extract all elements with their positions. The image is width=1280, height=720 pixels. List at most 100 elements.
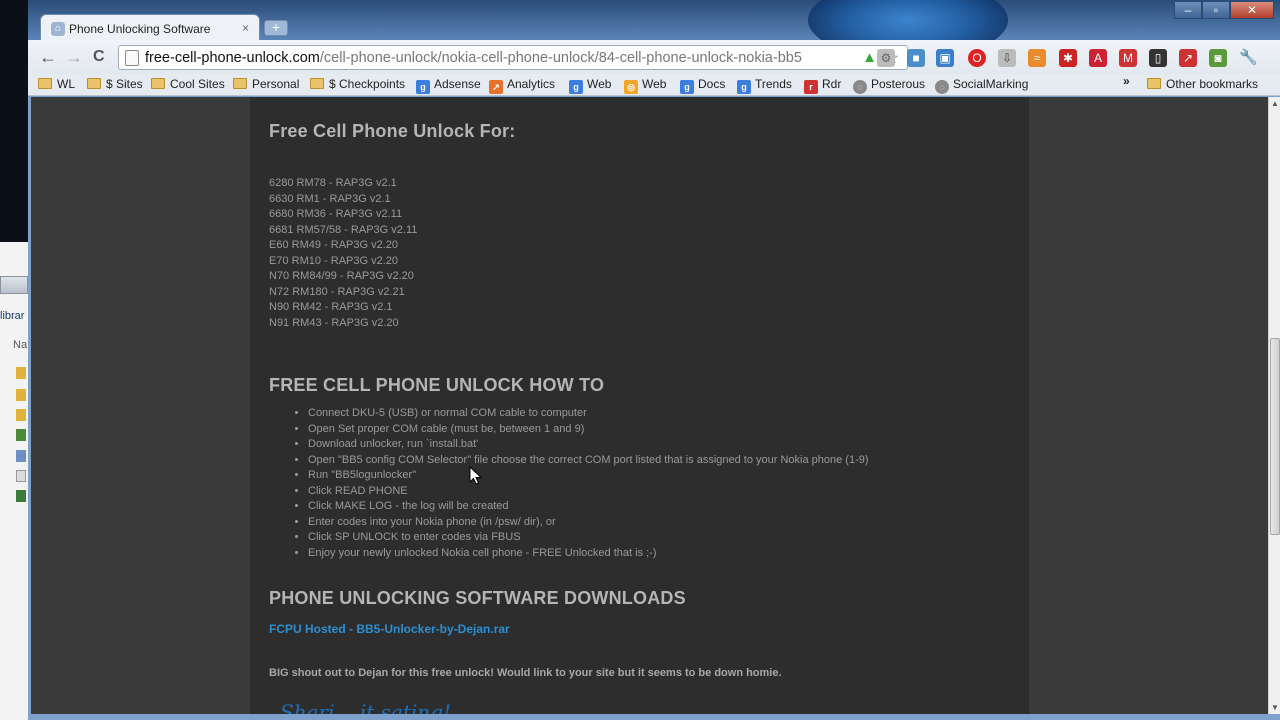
- list-item: Enjoy your newly unlocked Nokia cell pho…: [308, 546, 869, 562]
- bookmark-label: SocialMarking: [953, 77, 1029, 91]
- bookmarks-overflow-chevron-icon[interactable]: »: [1123, 74, 1130, 88]
- extension-icon[interactable]: ✱: [1059, 49, 1077, 67]
- page-rank-arrow-icon[interactable]: ▲: [862, 49, 877, 66]
- shortcut-extension-icon[interactable]: ↗: [1179, 49, 1197, 67]
- extension-icon[interactable]: ◙: [1209, 49, 1227, 67]
- folder-icon: [310, 78, 324, 89]
- web-icon: ◎: [624, 80, 638, 94]
- folder-icon[interactable]: [16, 367, 26, 379]
- scroll-up-arrow-icon[interactable]: ▲: [1271, 99, 1279, 108]
- tab-title: Phone Unlocking Software: [69, 22, 211, 36]
- reload-button[interactable]: C: [93, 48, 105, 66]
- folder-icon: [87, 78, 101, 89]
- forward-button[interactable]: →: [65, 48, 83, 66]
- name-column-label: Na: [13, 339, 28, 351]
- wrench-menu-icon[interactable]: 🔧: [1239, 49, 1258, 67]
- bookmark-label: Other bookmarks: [1166, 77, 1259, 91]
- google-icon: g: [569, 80, 583, 94]
- bookmark-label: Trends: [755, 77, 792, 91]
- list-item: Click SP UNLOCK to enter codes via FBUS: [308, 530, 869, 546]
- file-icon[interactable]: [16, 470, 26, 482]
- bookmark-label: $ Sites: [106, 77, 143, 91]
- bookmark-folder-wl[interactable]: WL: [38, 77, 75, 91]
- download-link[interactable]: FCPU Hosted - BB5-Unlocker-by-Dejan.rar: [269, 622, 510, 636]
- bookmark-label: Cool Sites: [170, 77, 225, 91]
- how-to-steps-list: Connect DKU-5 (USB) or normal COM cable …: [308, 406, 869, 561]
- bookmark-folder-sites[interactable]: $ Sites: [87, 77, 143, 91]
- adblock-extension-icon[interactable]: A: [1089, 49, 1107, 67]
- heading-unlock-for: Free Cell Phone Unlock For:: [269, 121, 516, 141]
- list-item: Open "BB5 config COM Selector" file choo…: [308, 453, 869, 469]
- tab-close-icon[interactable]: ×: [242, 21, 249, 35]
- tab-phone-unlocking-software[interactable]: ⌂ Phone Unlocking Software ×: [40, 14, 260, 42]
- vertical-scrollbar[interactable]: ▲ ▼: [1268, 97, 1280, 714]
- file-icon[interactable]: [16, 450, 26, 462]
- bookmark-adsense[interactable]: g Adsense: [416, 77, 481, 94]
- folder-icon[interactable]: [16, 389, 26, 401]
- bookmark-other-bookmarks[interactable]: Other bookmarks: [1147, 77, 1258, 91]
- page-viewport: Free Cell Phone Unlock For: 6280 RM78 - …: [31, 97, 1268, 714]
- bookmark-label: Adsense: [434, 77, 481, 91]
- bookmark-label: Rdr: [822, 77, 842, 91]
- bookmark-web-2[interactable]: ◎ Web: [624, 77, 666, 94]
- page-icon: [125, 50, 139, 66]
- screen-capture-extension-icon[interactable]: ▣: [936, 49, 954, 67]
- rss-extension-icon[interactable]: ≈: [1028, 49, 1046, 67]
- folder-icon: [38, 78, 52, 89]
- list-item: 6630 RM1 - RAP3G v2.1: [269, 192, 391, 205]
- url-text[interactable]: free-cell-phone-unlock.com/cell-phone-un…: [145, 50, 825, 66]
- list-item: Run "BB5logunlocker": [308, 468, 869, 484]
- bookmark-folder-checkpoints[interactable]: $ Checkpoints: [310, 77, 405, 91]
- list-item: E70 RM10 - RAP3G v2.20: [269, 254, 399, 267]
- file-icon[interactable]: [16, 490, 26, 502]
- desktop-background: librar Na: [0, 0, 30, 720]
- google-icon: g: [737, 80, 751, 94]
- bookmarks-bar: WL $ Sites Cool Sites Personal $ Checkpo…: [28, 74, 1280, 96]
- bookmark-docs[interactable]: g Docs: [680, 77, 725, 94]
- url-path: /cell-phone-unlock/nokia-cell-phone-unlo…: [319, 50, 802, 66]
- bookmark-folder-personal[interactable]: Personal: [233, 77, 299, 91]
- list-item: N90 RM42 - RAP3G v2.1: [269, 301, 393, 313]
- window-bottom-frame: [28, 714, 1280, 720]
- reader-icon: r: [804, 80, 818, 94]
- page-favicon-icon: ⌂: [51, 22, 65, 36]
- download-extension-icon[interactable]: ⇩: [998, 49, 1016, 67]
- bookmark-trends[interactable]: g Trends: [737, 77, 792, 94]
- title-bar: ⌂ Phone Unlocking Software × + – ▫ ✕: [28, 0, 1280, 60]
- address-bar[interactable]: free-cell-phone-unlock.com/cell-phone-un…: [118, 45, 908, 70]
- url-domain: free-cell-phone-unlock.com: [145, 50, 320, 66]
- file-icon[interactable]: [16, 429, 26, 441]
- extension-icon[interactable]: ■: [907, 49, 925, 67]
- list-item: N72 RM180 - RAP3G v2.21: [269, 285, 405, 298]
- bookmark-folder-cool-sites[interactable]: Cool Sites: [151, 77, 225, 91]
- analytics-icon: ↗: [489, 80, 503, 94]
- maximize-button[interactable]: ▫: [1202, 1, 1230, 19]
- back-button[interactable]: ←: [39, 48, 57, 66]
- scrollbar-thumb[interactable]: [1270, 338, 1280, 535]
- gear-extension-icon[interactable]: ⚙: [877, 49, 895, 67]
- list-item: Enter codes into your Nokia phone (in /p…: [308, 515, 869, 531]
- bookmark-label: Personal: [252, 77, 300, 91]
- gmail-extension-icon[interactable]: M: [1119, 49, 1137, 67]
- close-window-button[interactable]: ✕: [1230, 1, 1274, 19]
- list-item: N91 RM43 - RAP3G v2.20: [269, 316, 399, 329]
- bookmark-label: WL: [57, 77, 75, 91]
- browser-window: ⌂ Phone Unlocking Software × + – ▫ ✕ ← →…: [28, 0, 1280, 720]
- bookmark-rdr[interactable]: r Rdr: [804, 77, 841, 94]
- list-item: Download unlocker, run `install.bat': [308, 437, 869, 453]
- scroll-down-arrow-icon[interactable]: ▼: [1271, 703, 1279, 712]
- folder-icon[interactable]: [16, 409, 26, 421]
- folder-icon: [151, 78, 165, 89]
- bookmark-label: Web: [642, 77, 667, 91]
- minimize-button[interactable]: –: [1174, 1, 1202, 19]
- bookmark-socialmarking[interactable]: ◌ SocialMarking: [935, 77, 1028, 94]
- mouse-cursor-icon: [469, 466, 483, 485]
- phone-extension-icon[interactable]: ▯: [1149, 49, 1167, 67]
- new-tab-button[interactable]: +: [264, 20, 288, 36]
- bookmark-posterous[interactable]: ◌ Posterous: [853, 77, 925, 94]
- opera-extension-icon[interactable]: O: [968, 49, 986, 67]
- bookmark-web[interactable]: g Web: [569, 77, 611, 94]
- list-item: 6280 RM78 - RAP3G v2.1: [269, 177, 397, 189]
- bookmark-analytics[interactable]: ↗ Analytics: [489, 77, 555, 94]
- google-icon: g: [680, 80, 694, 94]
